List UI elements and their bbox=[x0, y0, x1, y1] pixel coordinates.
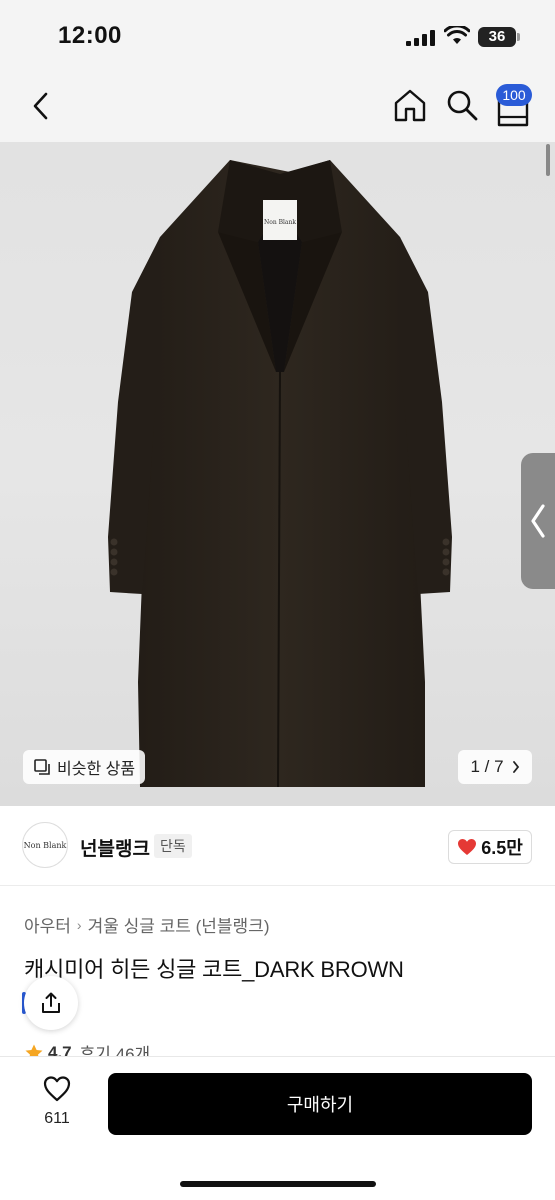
battery-icon: 36 bbox=[478, 27, 520, 47]
nav-bar bbox=[0, 72, 555, 142]
back-button[interactable] bbox=[26, 88, 56, 124]
similar-products-label: 비슷한 상품 bbox=[57, 761, 136, 778]
similar-products-button[interactable]: 비슷한 상품 bbox=[23, 750, 146, 784]
heart-filled-icon bbox=[458, 839, 477, 855]
brand-row: Non Blank 넌블랭크 단독 6.5만 bbox=[0, 806, 555, 886]
wishlist-count: 611 bbox=[44, 1110, 70, 1127]
brand-name[interactable]: 넌블랭크 bbox=[80, 834, 150, 861]
status-bar: 12:00 36 bbox=[0, 0, 555, 72]
signal-icon bbox=[406, 30, 436, 46]
page-indicator-text: 1 / 7 bbox=[470, 757, 504, 776]
wifi-icon bbox=[444, 26, 470, 44]
breadcrumb: 아우터 › 겨울 싱글 코트 (넌블랭크) bbox=[24, 912, 270, 937]
buy-button[interactable]: 구매하기 bbox=[108, 1073, 532, 1135]
home-icon[interactable] bbox=[392, 87, 428, 123]
coat-label-text: Non Blank bbox=[264, 219, 296, 226]
wishlist-button[interactable]: 611 bbox=[30, 1075, 84, 1139]
brand-like-button[interactable]: 6.5만 bbox=[448, 830, 532, 864]
chevron-right-icon bbox=[512, 761, 519, 773]
image-page-indicator[interactable]: 1 / 7 bbox=[458, 750, 532, 784]
share-button[interactable] bbox=[24, 976, 78, 1030]
chevron-left-icon bbox=[531, 504, 545, 538]
product-image: Non Blank bbox=[108, 160, 452, 788]
side-panel-tab[interactable] bbox=[521, 453, 555, 589]
breadcrumb-item[interactable]: 아우터 bbox=[24, 912, 71, 937]
share-icon bbox=[42, 992, 60, 1013]
exclusive-badge: 단독 bbox=[154, 834, 192, 858]
cart-count-badge: 100 bbox=[496, 84, 532, 106]
brand-like-count: 6.5만 bbox=[481, 838, 523, 858]
breadcrumb-separator: › bbox=[76, 916, 82, 933]
scrollbar[interactable] bbox=[546, 144, 550, 176]
brand-logo[interactable]: Non Blank bbox=[22, 822, 68, 868]
search-icon[interactable] bbox=[444, 87, 480, 123]
breadcrumb-item[interactable]: 겨울 싱글 코트 (넌블랭크) bbox=[88, 912, 270, 937]
product-title: 캐시미어 히든 싱글 코트_DARK BROWN bbox=[24, 957, 404, 982]
status-time: 12:00 bbox=[58, 22, 122, 49]
product-image-carousel[interactable]: Non Blank 비슷한 상품 1 / 7 bbox=[0, 142, 555, 806]
bottom-action-bar: 611 구매하기 bbox=[0, 1056, 555, 1200]
similar-icon bbox=[34, 759, 50, 775]
heart-outline-icon bbox=[43, 1076, 71, 1102]
home-indicator[interactable] bbox=[180, 1181, 376, 1187]
